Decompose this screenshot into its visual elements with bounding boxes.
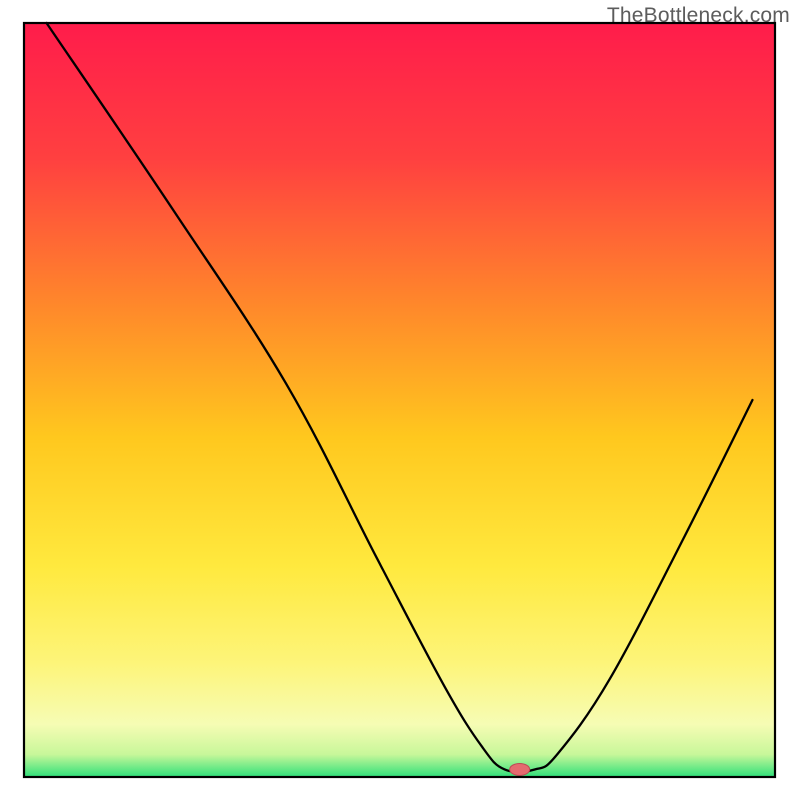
bottleneck-chart [0, 0, 800, 800]
minimum-marker [510, 763, 530, 775]
chart-stage: TheBottleneck.com [0, 0, 800, 800]
gradient-background [24, 23, 775, 777]
